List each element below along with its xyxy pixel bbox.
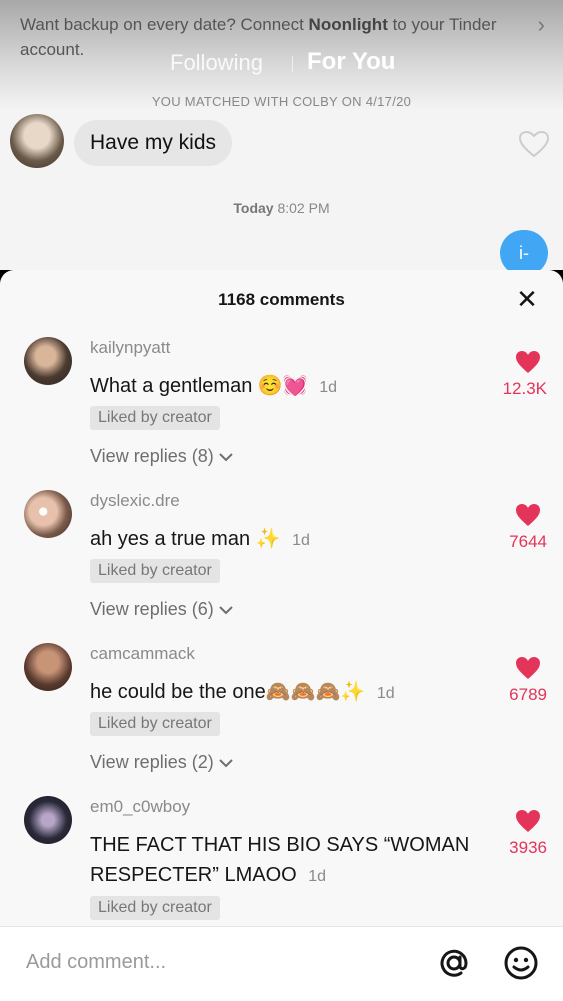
comment-text-row: THE FACT THAT HIS BIO SAYS “WOMAN RESPEC… <box>90 830 470 892</box>
today-label: Today <box>233 200 274 216</box>
banner-brand: Noonlight <box>308 15 388 34</box>
emoji: ✨ <box>340 681 366 703</box>
chevron-down-icon <box>219 453 233 462</box>
comment-input-bar: Add comment... <box>0 926 563 1001</box>
comment-text: he could be the one <box>90 681 266 703</box>
tab-following[interactable]: Following <box>170 50 263 76</box>
liked-by-creator-badge: Liked by creator <box>90 559 220 583</box>
heart-icon[interactable] <box>515 503 541 527</box>
comment-username[interactable]: em0_c0wboy <box>90 797 190 817</box>
sent-message-bubble: i- <box>500 230 548 270</box>
view-replies-label: View replies (2) <box>90 752 214 772</box>
liked-by-creator-badge: Liked by creator <box>90 896 220 920</box>
heart-icon[interactable] <box>515 656 541 680</box>
like-count: 6789 <box>509 685 547 704</box>
chevron-down-icon <box>219 759 233 768</box>
tab-separator <box>292 56 293 72</box>
comment-text: ah yes a true man <box>90 528 251 550</box>
comment-item: dyslexic.dre ah yes a true man ✨ 1d Like… <box>0 490 563 640</box>
today-time: 8:02 PM <box>277 200 330 216</box>
tab-for-you[interactable]: For You <box>307 48 395 76</box>
like-count: 12.3K <box>502 379 547 398</box>
view-replies-label: View replies (6) <box>90 599 214 619</box>
view-replies-link[interactable]: View replies (2) <box>90 752 233 773</box>
match-info: YOU MATCHED WITH COLBY ON 4/17/20 <box>151 94 412 109</box>
emoji: 🙈 <box>265 681 291 703</box>
comment-item: kailynpyatt What a gentleman ☺️💓 1d Like… <box>0 337 563 487</box>
comments-sheet: 1168 comments ✕ kailynpyatt What a gentl… <box>0 270 563 1000</box>
comment-time: 1d <box>376 685 395 702</box>
emoji: 🙈 <box>315 681 341 703</box>
banner-text: Want backup on every date? Connect <box>20 15 309 34</box>
comments-count-title: 1168 comments <box>218 290 345 309</box>
avatar[interactable] <box>24 490 72 538</box>
emoji: ☺️ <box>257 375 283 397</box>
avatar[interactable] <box>24 643 72 691</box>
comment-input[interactable]: Add comment... <box>26 951 166 974</box>
like-count: 7644 <box>509 532 547 551</box>
liked-by-creator-badge: Liked by creator <box>90 406 220 430</box>
comment-time: 1d <box>308 868 327 885</box>
heart-icon[interactable] <box>515 350 541 374</box>
view-replies-link[interactable]: View replies (6) <box>90 599 233 620</box>
view-replies-label: View replies (8) <box>90 446 214 466</box>
heart-icon[interactable] <box>515 809 541 833</box>
emoji: 💓 <box>282 375 308 397</box>
comment-text-row: ah yes a true man ✨ 1d <box>90 524 490 556</box>
message-bubble: Have my kids <box>74 120 233 166</box>
match-avatar <box>10 114 64 168</box>
chat-background: Want backup on every date? Connect Noonl… <box>0 0 563 270</box>
chevron-right-icon[interactable]: › <box>538 12 545 38</box>
view-replies-link[interactable]: View replies (8) <box>90 446 233 467</box>
emoji-icon[interactable] <box>503 945 539 981</box>
heart-outline-icon[interactable] <box>518 130 550 158</box>
comment-text: What a gentleman <box>90 375 253 397</box>
chevron-down-icon <box>219 606 233 615</box>
comment-item: camcammack he could be the one🙈🙈🙈✨ 1d Li… <box>0 643 563 793</box>
comment-username[interactable]: camcammack <box>90 644 195 664</box>
avatar[interactable] <box>24 796 72 844</box>
comment-item: em0_c0wboy THE FACT THAT HIS BIO SAYS “W… <box>0 796 563 946</box>
avatar[interactable] <box>24 337 72 385</box>
comment-text: THE FACT THAT HIS BIO SAYS “WOMAN RESPEC… <box>90 834 470 886</box>
comment-time: 1d <box>319 379 338 396</box>
emoji: ✨ <box>255 528 281 550</box>
emoji: 🙈 <box>290 681 316 703</box>
timestamp: Today 8:02 PM <box>0 200 563 216</box>
at-mention-icon[interactable] <box>436 945 472 981</box>
comment-text-row: he could be the one🙈🙈🙈✨ 1d <box>90 677 490 709</box>
comment-time: 1d <box>292 532 310 549</box>
comment-text-row: What a gentleman ☺️💓 1d <box>90 371 490 403</box>
comment-username[interactable]: kailynpyatt <box>90 338 170 358</box>
close-icon[interactable]: ✕ <box>512 284 542 314</box>
liked-by-creator-badge: Liked by creator <box>90 712 220 736</box>
like-count: 3936 <box>509 838 547 857</box>
comment-username[interactable]: dyslexic.dre <box>90 491 180 511</box>
feed-tabs: Following For You <box>0 48 563 78</box>
